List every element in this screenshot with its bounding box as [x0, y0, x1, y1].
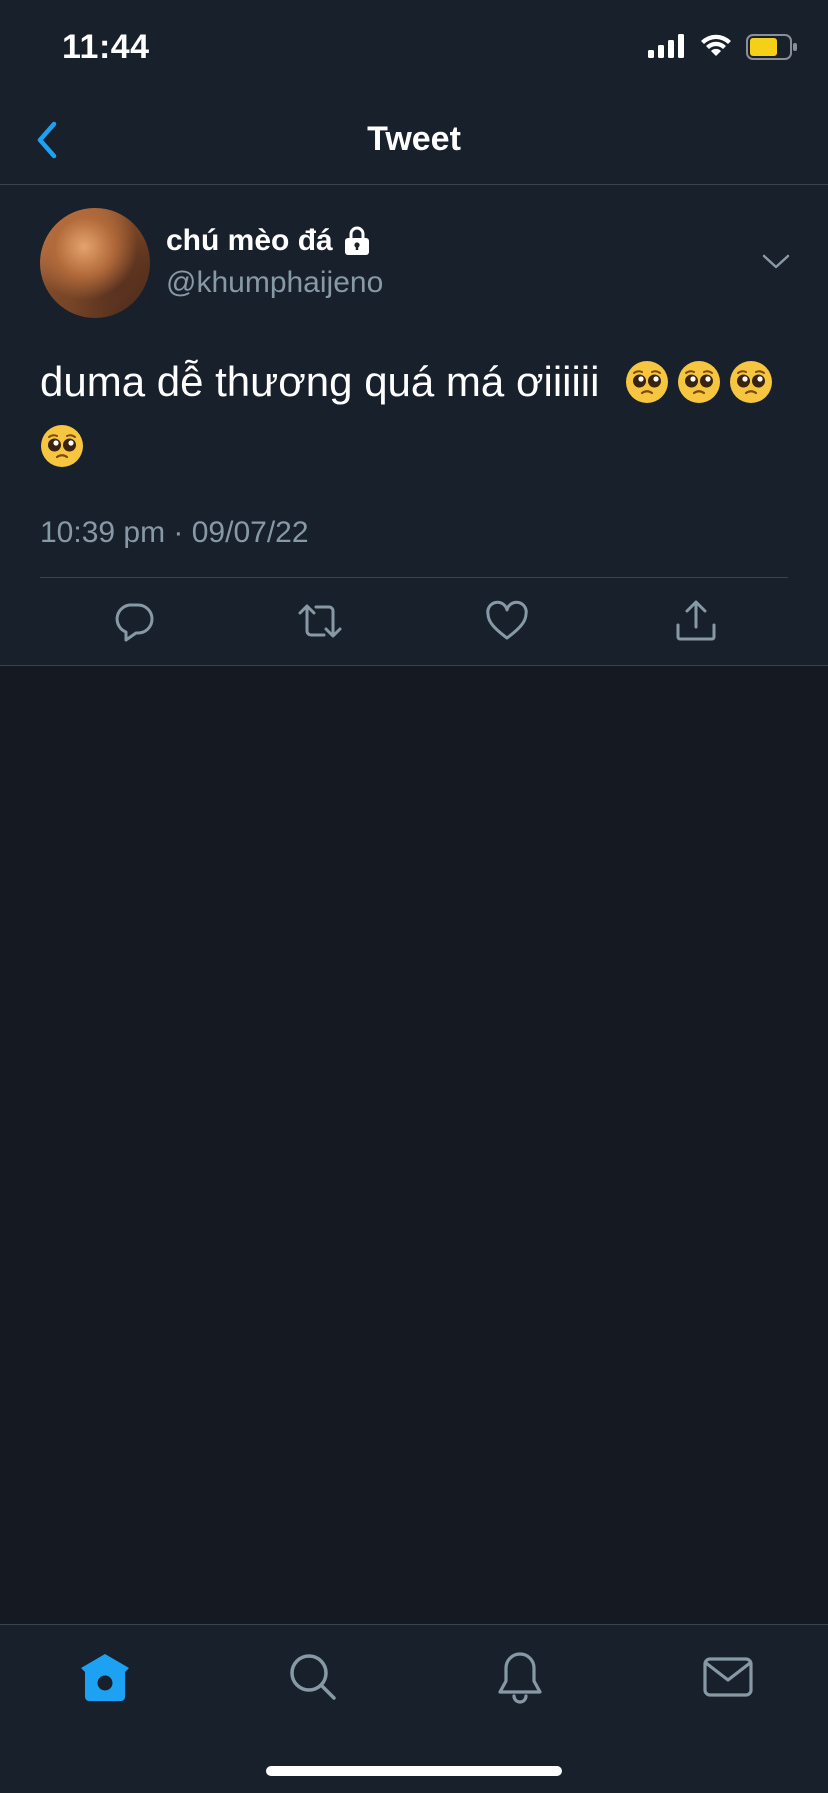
tweet-area-divider [0, 665, 828, 666]
tweet-text: duma dễ thương quá má ơiiiiii [40, 350, 790, 478]
heart-icon [486, 600, 528, 640]
pleading-face-emoji [730, 361, 773, 403]
mail-icon [703, 1657, 753, 1697]
wifi-icon [701, 34, 731, 56]
tab-search[interactable] [285, 1649, 341, 1705]
avatar[interactable] [40, 208, 150, 318]
retweet-button[interactable] [296, 597, 344, 645]
lock-icon [344, 226, 369, 255]
tweet-body: duma dễ thương quá má ơiiiiii [40, 358, 600, 405]
status-time: 11:44 [62, 28, 150, 66]
page-title: Tweet [367, 120, 461, 158]
tab-notifications[interactable] [492, 1649, 548, 1705]
pleading-face-emoji [41, 425, 83, 467]
bell-icon [498, 1652, 542, 1704]
reply-icon [115, 603, 154, 642]
tweet-timestamp[interactable]: 10:39 pm · 09/07/22 [40, 516, 309, 550]
signal-icon [648, 34, 684, 58]
tab-messages[interactable] [700, 1649, 756, 1705]
pleading-face-emoji [678, 361, 721, 403]
home-icon [81, 1654, 129, 1701]
header-divider [0, 184, 828, 185]
battery-icon [746, 34, 797, 60]
share-icon [676, 600, 716, 641]
pleading-face-emoji [626, 361, 669, 403]
home-indicator [266, 1766, 562, 1776]
author-name[interactable]: chú mèo đá [166, 224, 333, 258]
chevron-down-icon [762, 254, 790, 269]
tweet-divider [40, 577, 788, 578]
like-button[interactable] [483, 597, 531, 645]
search-icon [290, 1654, 336, 1700]
retweet-icon [298, 604, 342, 638]
tweet-detail-area [0, 0, 828, 666]
author-name-row[interactable]: chú mèo đá [166, 224, 371, 258]
share-button[interactable] [672, 597, 720, 645]
reply-button[interactable] [110, 597, 158, 645]
tweet-options-button[interactable] [760, 250, 792, 274]
author-handle[interactable]: @khumphaijeno [166, 266, 383, 300]
tab-home[interactable] [77, 1649, 133, 1705]
